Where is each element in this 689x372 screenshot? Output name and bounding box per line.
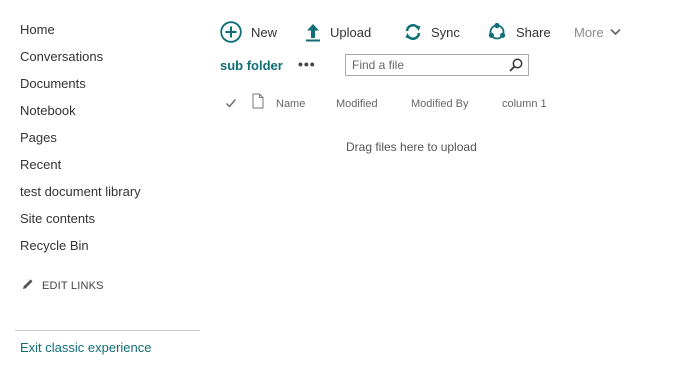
exit-classic-experience-link[interactable]: Exit classic experience bbox=[20, 340, 152, 355]
upload-button[interactable]: Upload bbox=[305, 19, 371, 45]
edit-links-button[interactable]: EDIT LINKS bbox=[22, 278, 104, 293]
new-button-label: New bbox=[251, 24, 278, 40]
more-button-label: More bbox=[574, 24, 604, 40]
plus-circle-icon bbox=[220, 21, 242, 43]
breadcrumb-current-folder[interactable]: sub folder bbox=[220, 58, 283, 73]
share-button[interactable]: Share bbox=[487, 19, 551, 45]
upload-button-label: Upload bbox=[330, 24, 372, 40]
nav-item-home[interactable]: Home bbox=[20, 22, 55, 38]
chevron-down-icon bbox=[609, 28, 621, 36]
nav-item-pages[interactable]: Pages bbox=[20, 130, 57, 146]
more-menu-button[interactable]: More bbox=[574, 19, 621, 45]
nav-item-test-document-library[interactable]: test document library bbox=[20, 184, 141, 200]
document-type-icon bbox=[251, 93, 265, 109]
upload-icon bbox=[305, 22, 321, 42]
share-button-label: Share bbox=[516, 24, 551, 40]
nav-item-recycle-bin[interactable]: Recycle Bin bbox=[20, 238, 89, 254]
pencil-icon bbox=[22, 278, 34, 293]
column-header-name[interactable]: Name bbox=[276, 98, 305, 110]
column-header-modified-by[interactable]: Modified By bbox=[411, 98, 468, 110]
column-header-modified[interactable]: Modified bbox=[336, 98, 378, 110]
sync-icon bbox=[404, 23, 422, 41]
search-icon[interactable] bbox=[509, 58, 523, 72]
column-header-column-1[interactable]: column 1 bbox=[502, 98, 547, 110]
sync-button-label: Sync bbox=[431, 24, 460, 40]
new-button[interactable]: New bbox=[220, 19, 277, 45]
share-icon bbox=[487, 22, 507, 42]
sync-button[interactable]: Sync bbox=[404, 19, 460, 45]
left-navigation: Home Conversations Documents Notebook Pa… bbox=[0, 0, 200, 372]
nav-item-site-contents[interactable]: Site contents bbox=[20, 211, 95, 227]
empty-drop-zone-message: Drag files here to upload bbox=[346, 140, 477, 154]
search-box bbox=[345, 54, 529, 76]
nav-item-conversations[interactable]: Conversations bbox=[20, 49, 103, 65]
nav-item-notebook[interactable]: Notebook bbox=[20, 103, 76, 119]
select-all-checkmark-icon[interactable] bbox=[225, 96, 237, 110]
nav-divider bbox=[15, 330, 200, 331]
nav-item-documents[interactable]: Documents bbox=[20, 76, 86, 92]
more-actions-ellipsis[interactable]: ••• bbox=[298, 56, 316, 72]
search-input[interactable] bbox=[352, 57, 502, 73]
edit-links-label: EDIT LINKS bbox=[42, 279, 104, 292]
nav-item-recent[interactable]: Recent bbox=[20, 157, 61, 173]
